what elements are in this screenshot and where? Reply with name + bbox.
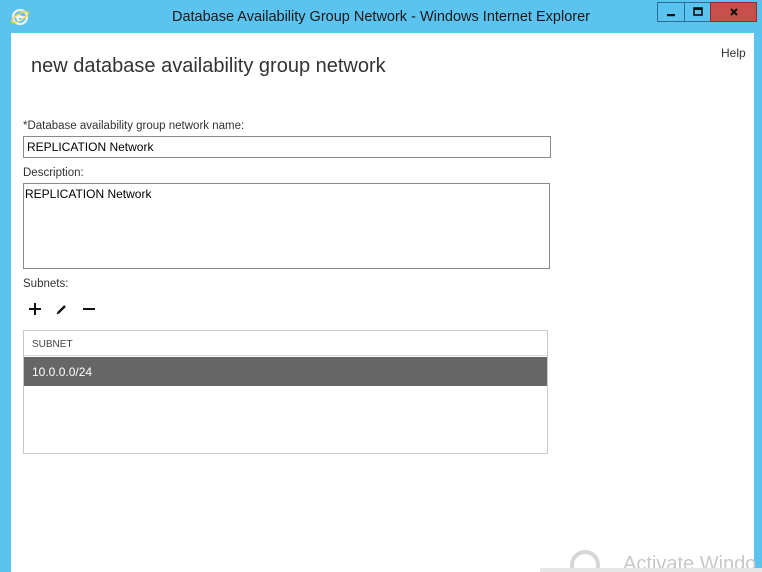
network-name-label: *Database availability group network nam… xyxy=(23,120,245,132)
subnets-table: SUBNET 10.0.0.0/24 xyxy=(23,330,548,454)
close-button[interactable] xyxy=(710,2,757,22)
help-link[interactable]: Help xyxy=(721,46,746,60)
minimize-icon xyxy=(665,3,677,22)
description-textarea[interactable]: REPLICATION Network xyxy=(23,183,550,269)
edit-subnet-button[interactable] xyxy=(53,301,71,319)
subnets-label: Subnets: xyxy=(23,278,69,290)
table-row[interactable]: 10.0.0.0/24 xyxy=(24,357,547,386)
pencil-icon xyxy=(55,301,69,320)
table-header[interactable]: SUBNET xyxy=(24,331,547,356)
close-icon xyxy=(728,3,740,22)
add-subnet-button[interactable] xyxy=(26,301,44,319)
network-name-input[interactable] xyxy=(23,136,551,158)
remove-subnet-button[interactable] xyxy=(80,301,98,319)
subnet-cell: 10.0.0.0/24 xyxy=(32,365,93,379)
column-header-subnet[interactable]: SUBNET xyxy=(32,339,73,350)
description-label: Description: xyxy=(23,167,84,179)
window-title: Database Availability Group Network - Wi… xyxy=(171,9,590,25)
minimize-button[interactable] xyxy=(657,2,685,22)
maximize-button[interactable] xyxy=(684,2,711,22)
maximize-icon xyxy=(692,3,704,22)
activate-windows-watermark: Activate Windo xyxy=(540,540,762,572)
page-title: new database availability group network xyxy=(31,55,386,77)
title-bar[interactable]: e Database Availability Group Network - … xyxy=(0,0,762,33)
browser-window: e Database Availability Group Network - … xyxy=(0,0,762,572)
plus-icon xyxy=(28,301,42,320)
dialog-content: Help new database availability group net… xyxy=(11,33,754,572)
minus-icon xyxy=(82,301,96,320)
watermark-bar xyxy=(540,568,762,572)
